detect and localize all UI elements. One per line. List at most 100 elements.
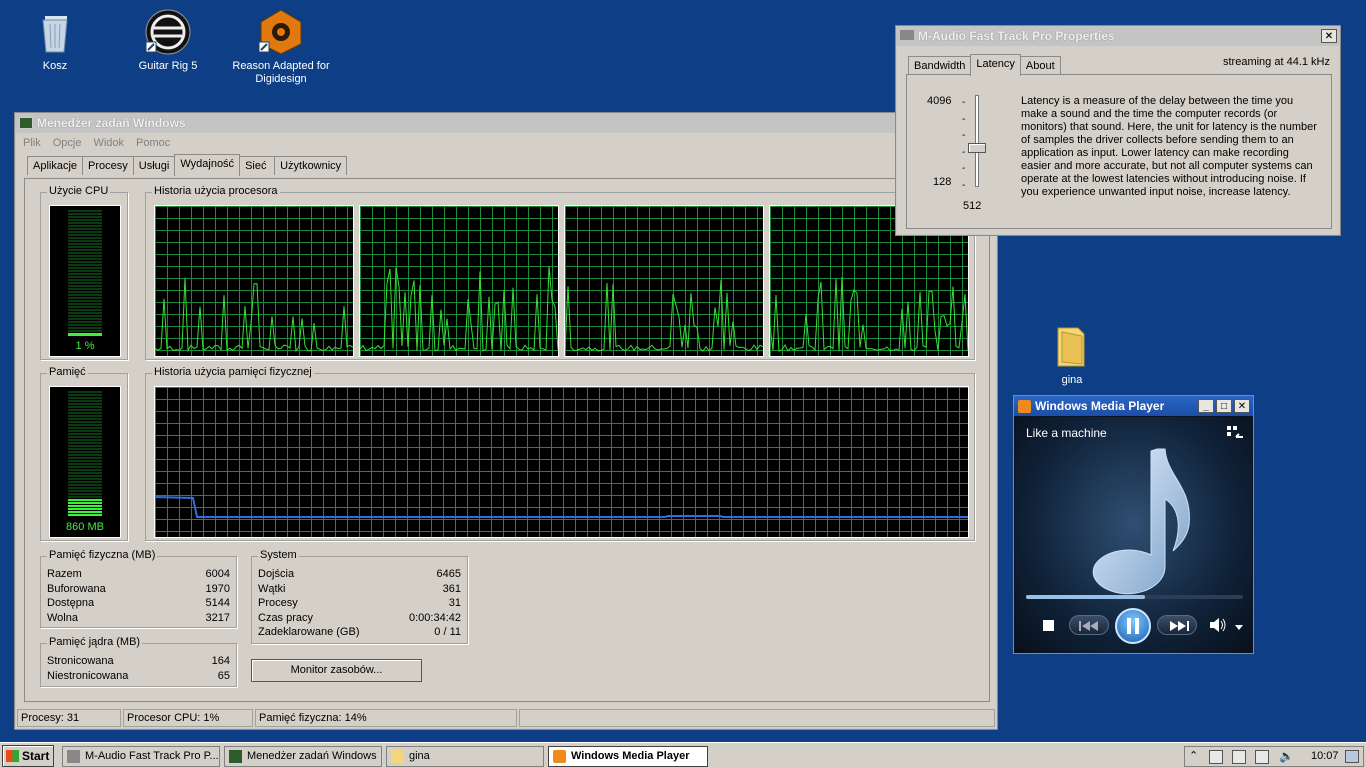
system-label-handles: Dojścia xyxy=(258,568,295,580)
cpu-line-3 xyxy=(565,279,763,352)
physical-value-total: 6004 xyxy=(205,568,230,580)
system-value-threads: 361 xyxy=(442,582,461,595)
wmp-minimize-button[interactable]: _ xyxy=(1198,399,1214,413)
maudio-streaming: streaming at 44.1 kHz xyxy=(1223,56,1330,68)
cpu-line-1 xyxy=(155,277,353,353)
desktop-icon-reason[interactable]: Reason Adapted for Digidesign xyxy=(226,8,336,86)
tray-clock[interactable]: 10:07 xyxy=(1311,750,1339,762)
maudio-tabs: Bandwidth Latency About xyxy=(908,53,1061,76)
tray-device-icon[interactable] xyxy=(1232,750,1246,764)
taskbar-item-maudio[interactable]: M-Audio Fast Track Pro P... xyxy=(62,746,220,767)
tab-performance[interactable]: Wydajność xyxy=(174,154,241,176)
taskbar-item-wmp[interactable]: Windows Media Player xyxy=(548,746,708,767)
memory-line xyxy=(155,496,968,518)
tray-volume-icon[interactable]: 🔈 xyxy=(1279,749,1294,763)
task-manager-tabs: Aplikacje Procesy Usługi Wydajność Sieć … xyxy=(15,153,997,176)
cpu-line-4-series xyxy=(770,276,968,352)
kernel-memory-table: Stronicowana 164 Niestronicowana 65 xyxy=(47,654,230,683)
tab-services[interactable]: Usługi xyxy=(132,156,176,175)
memory-value: 860 MB xyxy=(66,521,104,533)
cpu-usage-group: Użycie CPU 1 % xyxy=(40,185,128,360)
wmp-stop-button[interactable] xyxy=(1043,620,1054,631)
system-value-commit: 0 / 11 xyxy=(434,626,461,638)
kernel-label-paged: Stronicowana xyxy=(47,655,114,667)
kernel-memory-title: Pamięć jądra (MB) xyxy=(47,636,143,648)
wmp-play-pause-button[interactable] xyxy=(1115,608,1151,644)
close-icon: ✕ xyxy=(1237,400,1247,412)
physical-row-available: Dostępna 5144 xyxy=(47,596,230,611)
latency-max-label: 4096 xyxy=(927,95,952,107)
cpu-line-2-series xyxy=(360,266,558,352)
latency-value: 512 xyxy=(963,200,982,212)
tab-bandwidth[interactable]: Bandwidth xyxy=(908,56,972,75)
maudio-titlebar[interactable]: M-Audio Fast Track Pro Properties ✕ xyxy=(896,26,1340,46)
wmp-volume-button[interactable] xyxy=(1209,617,1227,633)
tab-about[interactable]: About xyxy=(1019,56,1061,75)
tray-expand-icon[interactable]: ⌃ xyxy=(1189,749,1198,762)
system-row-commit: Zadeklarowane (GB) 0 / 11 xyxy=(258,625,461,640)
physical-memory-title: Pamięć fizyczna (MB) xyxy=(47,549,158,561)
wmp-maximize-button[interactable]: □ xyxy=(1216,399,1232,413)
start-button[interactable]: Start xyxy=(2,745,54,767)
menu-options[interactable]: Opcje xyxy=(53,137,82,149)
physical-memory-group: Pamięć fizyczna (MB) Razem 6004 Buforowan… xyxy=(40,549,237,628)
taskbar-item-wmp-label: Windows Media Player xyxy=(571,750,690,762)
tab-latency[interactable]: Latency xyxy=(970,54,1021,76)
kernel-label-nonpaged: Niestronicowana xyxy=(47,669,129,682)
tray-flag-icon[interactable] xyxy=(1209,750,1223,764)
cpu-meter-bars xyxy=(68,210,102,336)
taskbar-item-maudio-label: M-Audio Fast Track Pro P... xyxy=(85,750,219,762)
previous-icon xyxy=(1079,621,1098,631)
tab-network[interactable]: Sieć xyxy=(239,156,276,175)
wmp-track-title: Like a machine xyxy=(1026,426,1107,440)
tray-network-icon[interactable] xyxy=(1255,750,1269,764)
desktop-icon-gina-folder[interactable]: gina xyxy=(1017,322,1127,387)
wmp-seek-fill xyxy=(1026,595,1146,599)
wmp-titlebar[interactable]: Windows Media Player _ □ ✕ xyxy=(1014,396,1253,416)
latency-slider-thumb[interactable] xyxy=(968,143,986,153)
next-icon xyxy=(1170,621,1189,631)
system-table: Dojścia 6465 Wątki 361 Procesy 31 Czas prac… xyxy=(258,567,461,640)
taskbar-item-task-manager-label: Menedżer zadań Windows xyxy=(247,750,377,762)
task-manager-titlebar[interactable]: Menedżer zadań Windows xyxy=(15,113,997,133)
wmp-switch-view-icon[interactable] xyxy=(1226,425,1244,439)
task-manager-statusbar: Procesy: 31 Procesor CPU: 1% Pamięć fizy… xyxy=(17,709,995,727)
menu-file[interactable]: Plik xyxy=(23,137,41,149)
system-row-uptime: Czas pracy 0:00:34:42 xyxy=(258,611,461,626)
tab-users[interactable]: Użytkownicy xyxy=(274,156,348,175)
wmp-volume-dropdown[interactable] xyxy=(1235,622,1243,634)
latency-ticks: ------ xyxy=(962,97,966,191)
reason-icon xyxy=(257,8,305,56)
taskbar-item-gina[interactable]: gina xyxy=(386,746,544,767)
physical-row-free: Wolna 3217 xyxy=(47,611,230,626)
resource-monitor-button[interactable]: Monitor zasobów... xyxy=(251,659,422,682)
tab-applications[interactable]: Aplikacje xyxy=(27,156,84,175)
status-cpu: Procesor CPU: 1% xyxy=(123,709,253,727)
wmp-seek-bar[interactable] xyxy=(1026,595,1243,599)
cpu-history-graph-2 xyxy=(359,205,559,357)
close-icon: ✕ xyxy=(1324,30,1334,42)
taskbar-item-task-manager[interactable]: Menedżer zadań Windows xyxy=(224,746,382,767)
tab-processes[interactable]: Procesy xyxy=(82,156,134,175)
desktop-icon-guitar-rig[interactable]: Guitar Rig 5 xyxy=(113,8,223,73)
physical-value-free: 3217 xyxy=(205,611,230,624)
maudio-close-button[interactable]: ✕ xyxy=(1321,29,1337,43)
menu-view[interactable]: Widok xyxy=(93,137,124,149)
wmp-next-button[interactable] xyxy=(1157,615,1197,635)
desktop-icon-recycle-bin[interactable]: Kosz xyxy=(0,8,110,73)
cpu-history-graph-1 xyxy=(154,205,354,357)
system-tray: ⌃ 🔈 10:07 xyxy=(1184,746,1364,767)
task-manager-title: Menedżer zadań Windows xyxy=(37,116,186,130)
menu-help[interactable]: Pomoc xyxy=(136,137,170,149)
kernel-row-nonpaged: Niestronicowana 65 xyxy=(47,669,230,684)
cpu-history-group: Historia użycia procesora xyxy=(145,185,975,360)
memory-history-group: Historia użycia pamięci fizycznej xyxy=(145,366,975,541)
latency-min-label: 128 xyxy=(933,176,952,188)
show-desktop-icon[interactable] xyxy=(1345,750,1359,763)
task-manager-icon xyxy=(19,117,33,129)
latency-slider-track[interactable] xyxy=(975,95,979,187)
wmp-close-button[interactable]: ✕ xyxy=(1234,399,1250,413)
wmp-icon xyxy=(1018,399,1031,413)
wmp-content: Like a machine xyxy=(1015,417,1252,653)
wmp-previous-button[interactable] xyxy=(1069,615,1109,635)
